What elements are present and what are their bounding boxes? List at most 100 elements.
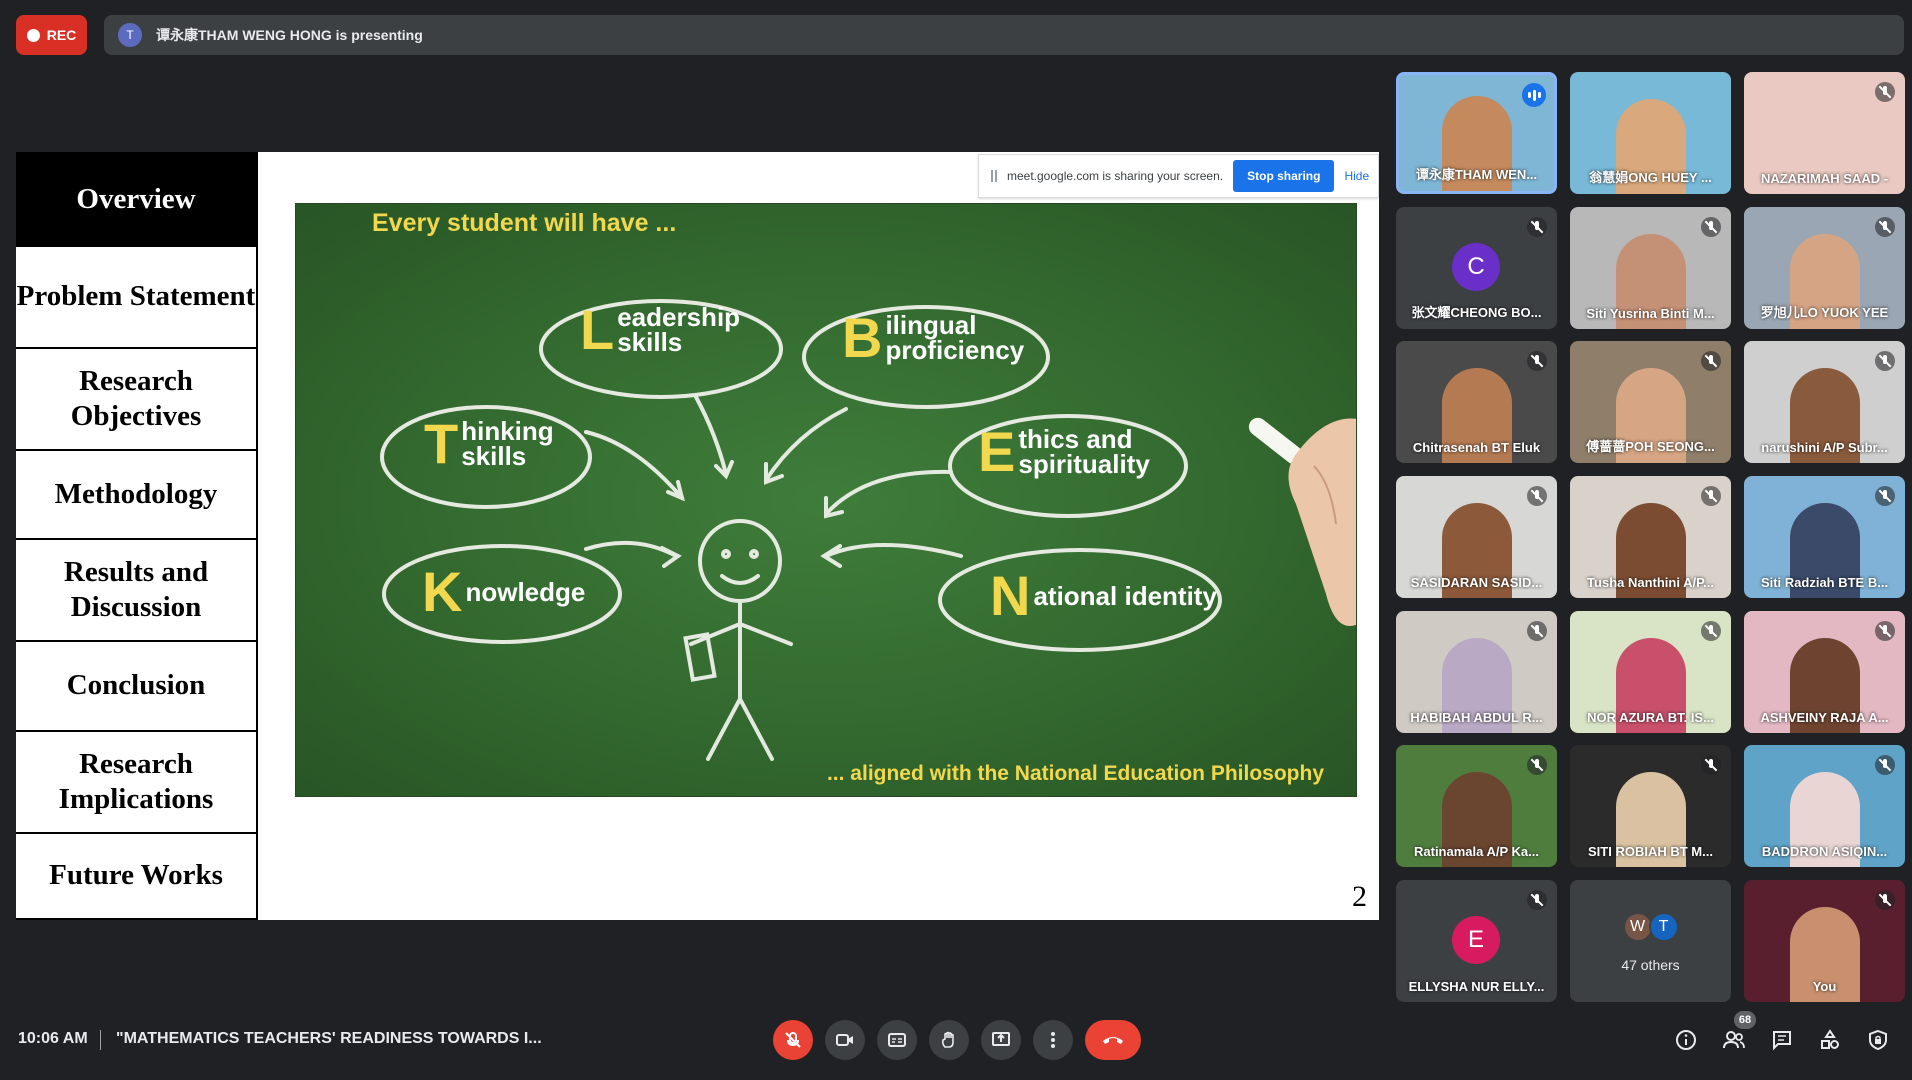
hand-icon — [941, 1031, 954, 1048]
participant-tile[interactable]: NAZARIMAH SAAD - — [1744, 72, 1905, 194]
participant-tile[interactable]: 翁慧娟ONG HUEY ... — [1570, 72, 1731, 194]
captions-button[interactable] — [877, 1020, 917, 1060]
bubble-national-identity: N ational identity — [990, 564, 1217, 627]
nav-item-research-objectives: Research Objectives — [16, 347, 256, 451]
activities-button[interactable] — [1816, 1026, 1844, 1054]
raise-hand-button[interactable] — [929, 1020, 969, 1060]
nav-item-results-discussion: Results and Discussion — [16, 538, 256, 642]
bubble-ethics: E thics and spirituality — [978, 420, 1150, 483]
participant-name: Siti Yusrina Binti M... — [1586, 306, 1715, 321]
chalkboard-image: Every student will have ... L eadership … — [295, 203, 1357, 797]
participant-name: You — [1812, 979, 1837, 994]
microphone-toggle-button[interactable] — [773, 1020, 813, 1060]
people-count-badge: 68 — [1734, 1011, 1756, 1029]
chat-button[interactable] — [1768, 1026, 1796, 1054]
nav-item-conclusion: Conclusion — [16, 640, 256, 732]
slide-navigation: Overview Problem Statement Research Obje… — [16, 152, 256, 920]
participant-name: Tusha Nanthini A/P... — [1587, 575, 1714, 590]
participant-tile[interactable]: 谭永康THAM WEN... — [1396, 72, 1557, 194]
participant-tile[interactable]: SASIDARAN SASID... — [1396, 476, 1557, 598]
meeting-details-button[interactable] — [1672, 1026, 1700, 1054]
participant-tile[interactable]: E ELLYSHA NUR ELLY... — [1396, 880, 1557, 1002]
participant-name: 傅蔷蔷POH SEONG... — [1586, 439, 1715, 454]
participant-tile[interactable]: ASHVEINY RAJA A... — [1744, 611, 1905, 733]
mic-off-icon — [1875, 217, 1895, 237]
drag-handle-icon[interactable] — [991, 170, 997, 182]
present-screen-button[interactable] — [981, 1020, 1021, 1060]
present-screen-icon — [992, 1032, 1010, 1046]
others-avatar-stack: WT — [1570, 912, 1731, 942]
participant-tile[interactable]: W T 47 others — [1570, 880, 1731, 1002]
mic-off-icon — [1875, 755, 1895, 775]
people-button[interactable] — [1720, 1026, 1748, 1054]
speaking-indicator-icon — [1522, 83, 1546, 107]
info-icon — [1676, 1030, 1696, 1050]
screen-share-banner: meet.google.com is sharing your screen. … — [978, 154, 1379, 198]
participant-tile[interactable]: SITI ROBIAH BT M... — [1570, 745, 1731, 867]
more-options-button[interactable] — [1033, 1020, 1073, 1060]
participant-name: Ratinamala A/P Ka... — [1414, 844, 1539, 859]
participant-tile[interactable]: Ratinamala A/P Ka... — [1396, 745, 1557, 867]
participant-name: 张文耀CHEONG BO... — [1411, 305, 1542, 320]
board-footer: ... aligned with the National Education … — [826, 762, 1324, 785]
avatar: C — [1452, 243, 1500, 291]
video-camera-icon — [836, 1034, 853, 1046]
participant-tile[interactable]: HABIBAH ABDUL R... — [1396, 611, 1557, 733]
participant-name: NAZARIMAH SAAD - — [1760, 171, 1889, 186]
hang-up-icon — [1103, 1037, 1123, 1044]
mic-off-icon — [1527, 890, 1547, 910]
bubble-bilingual: B ilingual proficiency — [842, 306, 1025, 369]
nav-item-research-implications: Research Implications — [16, 730, 256, 834]
shield-lock-icon — [1869, 1029, 1887, 1051]
presenting-bar[interactable]: T 谭永康THAM WENG HONG is presenting — [104, 15, 1904, 55]
participant-tile[interactable]: 罗旭儿LO YUOK YEE — [1744, 207, 1905, 329]
participant-tile[interactable]: NOR AZURA BT. IS... — [1570, 611, 1731, 733]
recording-badge[interactable]: REC — [16, 15, 87, 55]
nav-item-future-works: Future Works — [16, 832, 256, 920]
participant-name: SASIDARAN SASID... — [1410, 575, 1543, 590]
mic-off-icon — [1875, 351, 1895, 371]
nav-item-problem-statement: Problem Statement — [16, 245, 256, 349]
participant-name: 翁慧娟ONG HUEY ... — [1589, 170, 1712, 185]
google-meet-window: REC T 谭永康THAM WENG HONG is presenting Ov… — [0, 0, 1912, 1080]
participant-name: narushini A/P Subr... — [1761, 440, 1888, 455]
nav-item-methodology: Methodology — [16, 449, 256, 540]
stop-sharing-button[interactable]: Stop sharing — [1233, 160, 1335, 192]
presenting-text: 谭永康THAM WENG HONG is presenting — [156, 27, 423, 43]
participant-name: 谭永康THAM WEN... — [1415, 167, 1538, 182]
hide-banner-button[interactable]: Hide — [1344, 169, 1369, 183]
participant-tile[interactable]: You — [1744, 880, 1905, 1002]
slide-divider — [256, 152, 258, 920]
slide-page-number: 2 — [1352, 880, 1367, 913]
mic-off-icon — [1701, 217, 1721, 237]
mic-off-icon — [1527, 351, 1547, 371]
participant-name: 罗旭儿LO YUOK YEE — [1760, 305, 1889, 320]
more-vert-icon — [1051, 1032, 1055, 1048]
participant-tile[interactable]: BADDRON ASIQIN... — [1744, 745, 1905, 867]
bubble-knowledge: K nowledge — [422, 560, 586, 623]
participant-name: HABIBAH ABDUL R... — [1410, 710, 1543, 725]
participant-name: BADDRON ASIQIN... — [1761, 844, 1888, 859]
rec-label: REC — [46, 27, 77, 43]
chalk-drawing — [380, 299, 1356, 761]
avatar: T — [1648, 912, 1679, 942]
participant-tile[interactable]: Siti Yusrina Binti M... — [1570, 207, 1731, 329]
others-count-label: 47 others — [1621, 957, 1680, 973]
mic-off-icon — [1527, 217, 1547, 237]
participant-tile[interactable]: Tusha Nanthini A/P... — [1570, 476, 1731, 598]
participant-tile[interactable]: C 张文耀CHEONG BO... — [1396, 207, 1557, 329]
participant-tile[interactable]: Chitrasenah BT Eluk — [1396, 341, 1557, 463]
participant-tile[interactable]: 傅蔷蔷POH SEONG... — [1570, 341, 1731, 463]
bubble-leadership: L eadership skills — [580, 298, 741, 361]
host-controls-button[interactable] — [1864, 1026, 1892, 1054]
mic-off-icon — [1875, 621, 1895, 641]
record-dot-icon — [26, 28, 40, 42]
participant-tile[interactable]: narushini A/P Subr... — [1744, 341, 1905, 463]
leave-call-button[interactable] — [1085, 1020, 1141, 1060]
mic-off-icon — [1701, 755, 1721, 775]
meeting-title[interactable]: "MATHEMATICS TEACHERS' READINESS TOWARDS… — [116, 1030, 542, 1048]
participant-tile[interactable]: Siti Radziah BTE B... — [1744, 476, 1905, 598]
participant-name: ELLYSHA NUR ELLY... — [1408, 979, 1545, 994]
camera-toggle-button[interactable] — [825, 1020, 865, 1060]
mic-off-icon — [1875, 486, 1895, 506]
